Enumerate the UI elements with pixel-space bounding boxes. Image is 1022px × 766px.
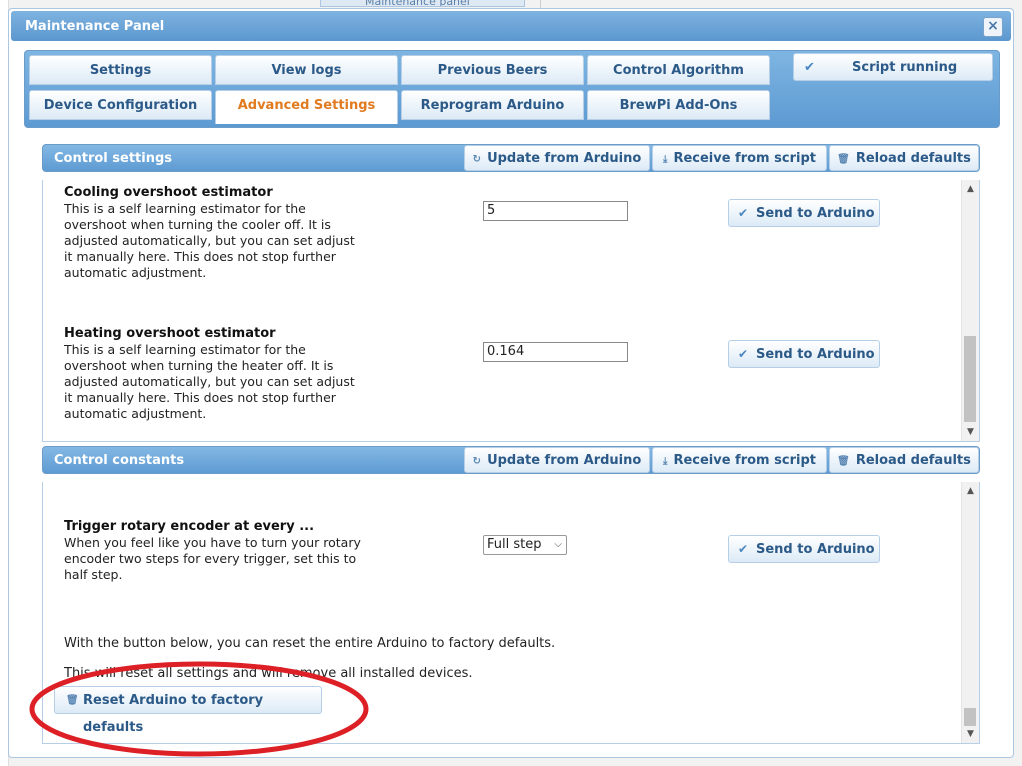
download-icon: ⤓ — [663, 154, 668, 165]
control-constants-header: Control constants ↻ Update from Arduino ⤓… — [42, 446, 980, 474]
scroll-down-icon[interactable]: ▼ — [962, 727, 979, 741]
tab-view-logs[interactable]: View logs — [215, 55, 398, 85]
scroll-thumb[interactable] — [964, 336, 976, 422]
rotary-encoder-select[interactable]: Full step ⌵ — [483, 535, 567, 555]
background-maintenance-tab: Maintenance panel — [320, 0, 525, 7]
tab-settings[interactable]: Settings — [29, 55, 212, 85]
tab-device-configuration[interactable]: Device Configuration — [29, 90, 212, 120]
tab-advanced-settings[interactable]: Advanced Settings — [215, 90, 398, 124]
check-icon: ✔ — [738, 347, 749, 361]
refresh-icon: ↻ — [472, 456, 482, 467]
download-icon: ⤓ — [663, 456, 668, 467]
check-icon: ✔ — [738, 206, 749, 220]
dialog-title: Maintenance Panel — [25, 19, 165, 34]
reset-info-text: With the button below, you can reset the… — [64, 636, 556, 651]
heating-estimator-title: Heating overshoot estimator — [64, 326, 276, 341]
check-icon: ✔ — [738, 542, 749, 556]
update-from-arduino-button[interactable]: ↻ Update from Arduino — [464, 145, 650, 171]
trash-icon: 🗑 — [66, 695, 79, 706]
reset-factory-defaults-button[interactable]: 🗑 Reset Arduino to factory defaults — [54, 686, 322, 735]
tab-reprogram-arduino[interactable]: Reprogram Arduino — [401, 90, 584, 120]
close-icon[interactable]: × — [983, 17, 1003, 37]
scroll-down-icon[interactable]: ▼ — [962, 425, 979, 439]
update-from-arduino-button[interactable]: ↻ Update from Arduino — [464, 447, 650, 473]
heating-estimator-description: This is a self learning estimator for th… — [64, 342, 355, 421]
heating-estimator-input[interactable]: 0.164 — [483, 342, 628, 362]
reset-warning-text: This will reset all settings and will re… — [64, 666, 473, 681]
receive-from-script-button[interactable]: ⤓ Receive from script — [652, 447, 827, 473]
trash-icon: 🗑 — [837, 154, 850, 165]
dialog-titlebar[interactable]: Maintenance Panel × — [11, 11, 1011, 41]
tab-control-algorithm[interactable]: Control Algorithm — [587, 55, 770, 85]
control-constants-scrollbar[interactable]: ▲ ▼ — [961, 482, 979, 743]
maintenance-dialog: Maintenance Panel × Settings View logs P… — [8, 8, 1014, 758]
chevron-down-icon: ⌵ — [554, 539, 562, 550]
receive-from-script-button[interactable]: ⤓ Receive from script — [652, 145, 827, 171]
background-divider — [540, 0, 541, 8]
scroll-up-icon[interactable]: ▲ — [962, 182, 979, 196]
control-settings-title: Control settings — [54, 151, 173, 166]
control-settings-header: Control settings ↻ Update from Arduino ⤓ R… — [42, 144, 980, 172]
scroll-thumb[interactable] — [964, 708, 976, 726]
rotary-encoder-title: Trigger rotary encoder at every ... — [64, 519, 315, 534]
tab-previous-beers[interactable]: Previous Beers — [401, 55, 584, 85]
cooling-estimator-input[interactable]: 5 — [483, 201, 628, 221]
rotary-encoder-description: When you feel like you have to turn your… — [64, 535, 361, 582]
reload-defaults-button[interactable]: 🗑 Reload defaults — [829, 447, 979, 473]
cooling-estimator-title: Cooling overshoot estimator — [64, 185, 273, 200]
script-status-button[interactable]: ✔ Script running — [793, 53, 993, 81]
scroll-up-icon[interactable]: ▲ — [962, 484, 979, 498]
refresh-icon: ↻ — [472, 154, 482, 165]
tab-bar: Settings View logs Previous Beers Contro… — [24, 50, 1000, 128]
control-settings-scrollbar[interactable]: ▲ ▼ — [961, 180, 979, 441]
reload-defaults-button[interactable]: 🗑 Reload defaults — [829, 145, 979, 171]
send-cooling-estimator-button[interactable]: ✔ Send to Arduino — [728, 199, 880, 227]
check-icon: ✔ — [804, 60, 815, 75]
send-heating-estimator-button[interactable]: ✔ Send to Arduino — [728, 340, 880, 368]
tab-brewpi-addons[interactable]: BrewPi Add-Ons — [587, 90, 770, 120]
control-settings-panel: Cooling overshoot estimator This is a se… — [42, 180, 980, 442]
control-constants-title: Control constants — [54, 453, 185, 468]
script-status-label: Script running — [852, 60, 958, 75]
trash-icon: 🗑 — [837, 456, 850, 467]
send-rotary-encoder-button[interactable]: ✔ Send to Arduino — [728, 535, 880, 563]
cooling-estimator-description: This is a self learning estimator for th… — [64, 201, 355, 280]
